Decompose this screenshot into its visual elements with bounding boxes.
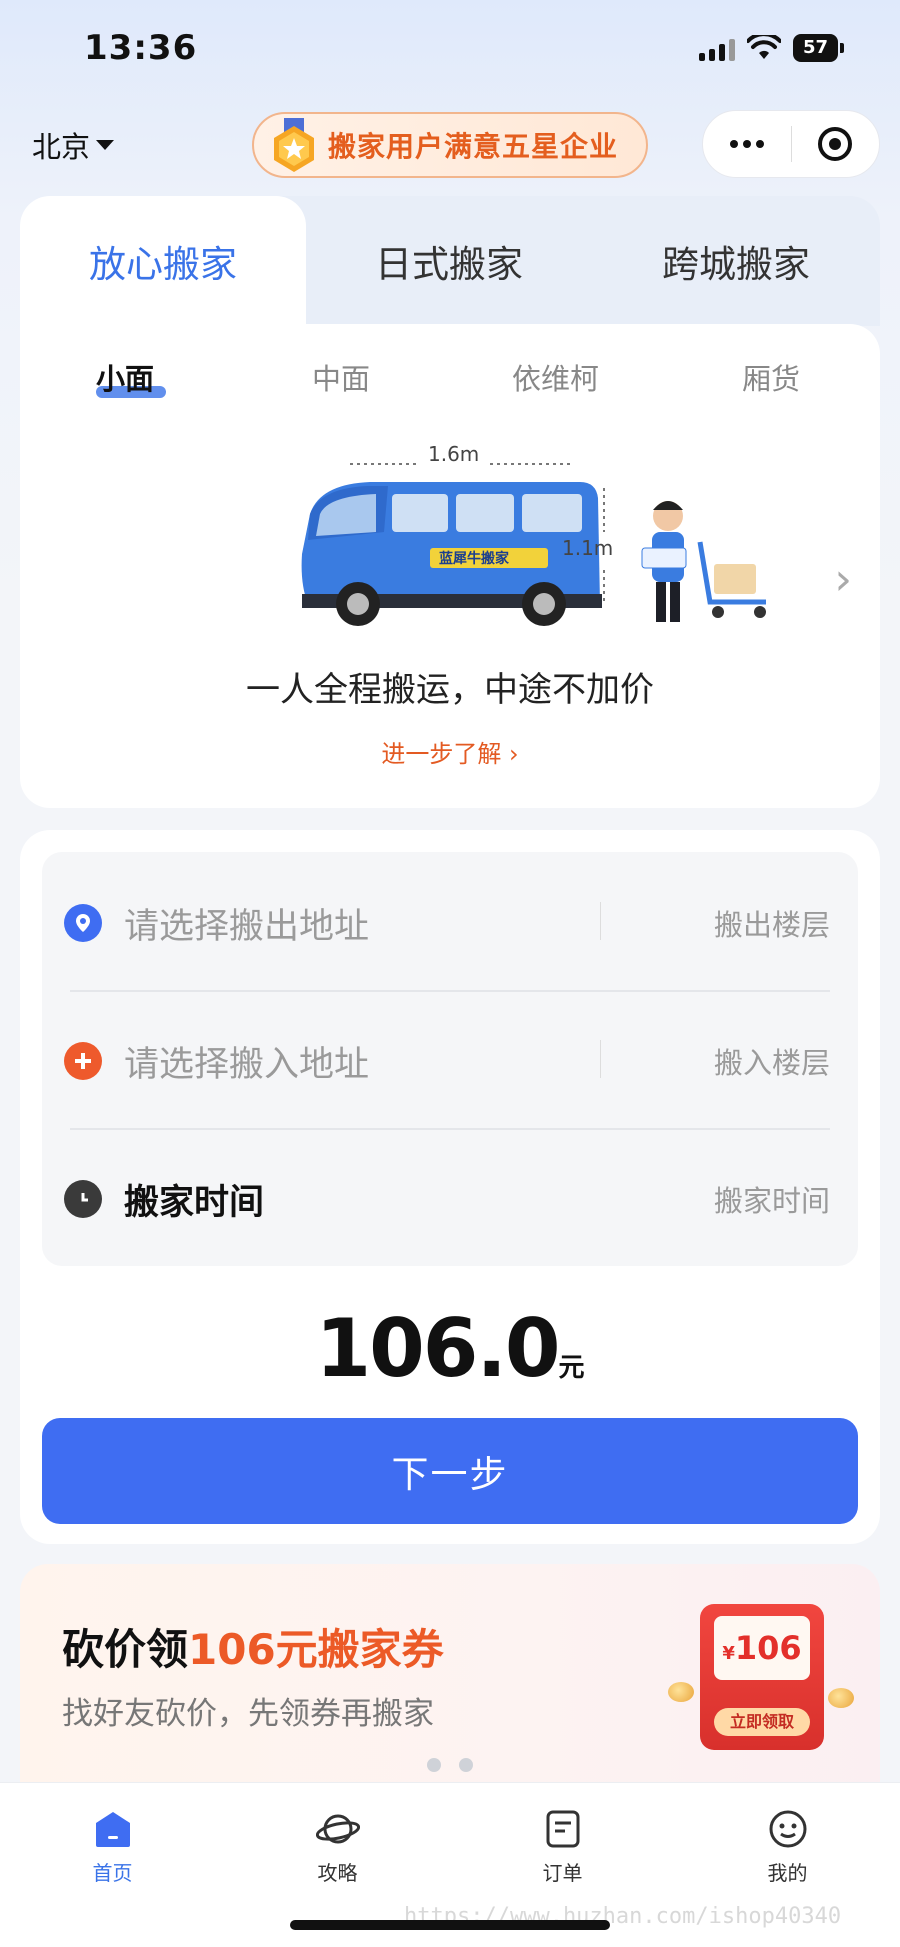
city-selector[interactable]: 北京 [32, 124, 115, 166]
plus-icon [64, 1042, 102, 1080]
status-bar: 13:36 57 [0, 0, 900, 100]
signal-icon [698, 35, 735, 61]
van-brand-text: 蓝犀牛搬家 [439, 550, 510, 567]
tab-home[interactable]: 首页 [0, 1793, 225, 1893]
more-icon[interactable] [703, 140, 791, 148]
tab-rishi-banjia[interactable]: 日式搬家 [306, 196, 592, 326]
satisfaction-badge[interactable]: 搬家用户满意五星企业 [252, 112, 648, 178]
tab-guide[interactable]: 攻略 [225, 1793, 450, 1893]
vehicle-tab-box-truck[interactable]: 厢货 [742, 356, 800, 398]
chevron-right-icon[interactable]: › [834, 554, 852, 605]
battery-icon: 57 [792, 34, 844, 62]
home-indicator [290, 1920, 610, 1930]
van-height-label: 1.1m [562, 536, 614, 560]
vehicle-tab-iveco[interactable]: 依维柯 [512, 356, 599, 398]
order-form-card: 请选择搬出地址 搬出楼层 请选择搬入地址 搬入楼层 搬家时间 搬家时间 106.… [20, 830, 880, 1544]
move-out-floor-field[interactable]: 搬出楼层 [714, 902, 830, 944]
smile-icon [766, 1807, 810, 1851]
coin-icon [668, 1682, 694, 1702]
medal-icon [274, 118, 314, 172]
wifi-icon [746, 35, 781, 59]
carousel-dots [0, 1758, 900, 1772]
coin-icon [828, 1688, 854, 1708]
red-envelope[interactable]: ¥106 立即领取 [700, 1604, 824, 1750]
coupon-amount: ¥106 [714, 1616, 810, 1680]
move-in-address-field[interactable]: 请选择搬入地址 [124, 1036, 369, 1087]
move-time-label: 搬家时间 [124, 1183, 265, 1223]
vehicle-tab-small-van[interactable]: 小面 [96, 356, 154, 398]
price-display: 106.0元 [20, 1302, 880, 1395]
order-icon [541, 1807, 585, 1851]
tab-kuacheng-banjia[interactable]: 跨城搬家 [592, 196, 880, 326]
city-label: 北京 [32, 130, 91, 164]
location-pin-icon [64, 904, 102, 942]
move-out-row[interactable]: 请选择搬出地址 搬出楼层 [42, 852, 858, 990]
van-illustration: 蓝犀牛搬家 [301, 463, 766, 626]
tab-profile[interactable]: 我的 [675, 1793, 900, 1893]
clock-icon [64, 1180, 102, 1218]
van-width-label: 1.6m [428, 442, 480, 466]
move-in-row[interactable]: 请选择搬入地址 搬入楼层 [42, 990, 858, 1128]
vehicle-panel: 小面 中面 依维柯 厢货 蓝犀牛搬家 1.6m 1.1m › 一人全程搬运，中途… [20, 324, 880, 808]
move-time-row[interactable]: 搬家时间 搬家时间 [42, 1128, 858, 1266]
status-time: 13:36 [84, 28, 198, 68]
battery-level: 57 [792, 34, 838, 62]
miniapp-capsule [702, 110, 880, 178]
service-tabs: 放心搬家 日式搬家 跨城搬家 [20, 196, 880, 326]
close-miniapp-icon[interactable] [792, 127, 880, 161]
vehicle-slogan: 一人全程搬运，中途不加价 [246, 670, 654, 710]
next-step-button[interactable]: 下一步 [42, 1418, 858, 1524]
home-icon [91, 1807, 135, 1851]
header: 北京 搬家用户满意五星企业 [0, 110, 900, 190]
badge-text: 搬家用户满意五星企业 [328, 130, 619, 163]
price-amount: 106.0 [315, 1302, 560, 1395]
service-card: 放心搬家 日式搬家 跨城搬家 小面 中面 依维柯 厢货 蓝犀牛搬家 1.6m 1… [20, 196, 880, 808]
claim-button[interactable]: 立即领取 [714, 1708, 810, 1736]
planet-icon [315, 1807, 360, 1851]
tab-fangxin-banjia[interactable]: 放心搬家 [20, 196, 306, 326]
vehicle-tab-medium-van[interactable]: 中面 [312, 356, 370, 398]
promo-subtitle: 找好友砍价，先领券再搬家 [62, 1696, 434, 1732]
move-time-field[interactable]: 搬家时间 [714, 1178, 830, 1220]
status-icons: 57 [698, 34, 844, 62]
promo-title: 砍价领106元搬家券 [62, 1625, 444, 1674]
address-box: 请选择搬出地址 搬出楼层 请选择搬入地址 搬入楼层 搬家时间 搬家时间 [42, 852, 858, 1266]
caret-down-icon [96, 140, 115, 150]
move-out-address-field[interactable]: 请选择搬出地址 [124, 898, 369, 949]
promo-banner[interactable]: 砍价领106元搬家券 找好友砍价，先领券再搬家 ¥106 立即领取 [20, 1564, 880, 1782]
move-in-floor-field[interactable]: 搬入楼层 [714, 1040, 830, 1082]
price-unit: 元 [558, 1353, 585, 1383]
tab-orders[interactable]: 订单 [450, 1793, 675, 1893]
learn-more-link[interactable]: 进一步了解 › [20, 734, 880, 769]
